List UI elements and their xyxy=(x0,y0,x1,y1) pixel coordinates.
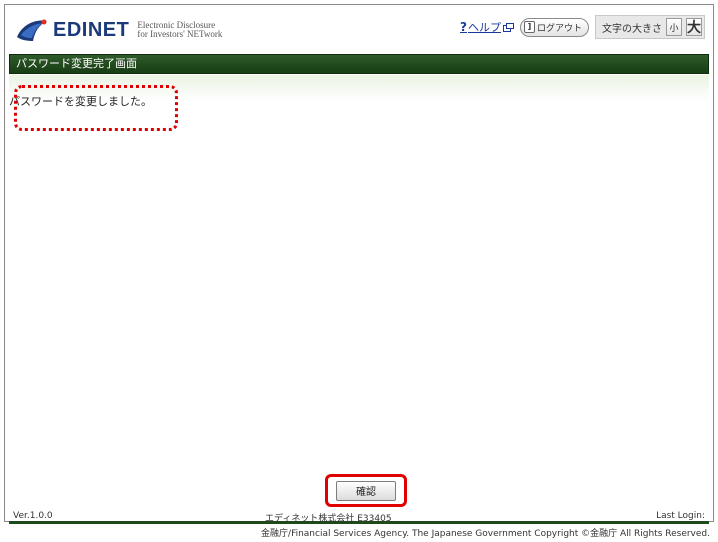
help-label: ヘルプ xyxy=(467,21,501,34)
logo-subtitle: Electronic Disclosure for Investors' NET… xyxy=(137,21,222,39)
logo-subtitle-line2: for Investors' NETwork xyxy=(137,29,223,39)
font-size-control: 文字の大きさ 小 大 xyxy=(595,15,705,39)
confirm-button[interactable]: 確認 xyxy=(336,480,396,501)
message-highlight-annotation xyxy=(14,85,178,131)
confirm-highlight-annotation: 確認 xyxy=(325,474,407,507)
edinet-logo: EDINET Electronic Disclosure for Investo… xyxy=(15,17,222,43)
top-links: ? ヘルプ ] ログアウト 文字の大きさ 小 大 xyxy=(460,15,705,39)
header: EDINET Electronic Disclosure for Investo… xyxy=(5,5,713,55)
app-window: EDINET Electronic Disclosure for Investo… xyxy=(4,4,714,524)
page-title: パスワード変更完了画面 xyxy=(9,54,709,74)
external-window-icon xyxy=(502,22,514,32)
logout-icon: ] xyxy=(523,21,535,33)
help-link[interactable]: ? ヘルプ xyxy=(460,19,514,35)
company-name: エディネット株式会社 E33405 xyxy=(265,514,392,524)
logout-label: ログアウト xyxy=(536,23,582,34)
last-login-text: Last Login: xyxy=(656,511,705,521)
font-size-large-button[interactable]: 大 xyxy=(686,18,702,36)
edinet-logo-icon xyxy=(17,19,47,41)
help-question-icon: ? xyxy=(460,20,467,34)
footer-bar: Ver.1.0.0 エディネット株式会社 E33405 Last Login: xyxy=(9,510,709,524)
font-size-label: 文字の大きさ xyxy=(602,23,662,35)
logo-wordmark: EDINET xyxy=(53,18,130,41)
font-size-small-button[interactable]: 小 xyxy=(666,18,682,36)
copyright-text: 金融庁/Financial Services Agency. The Japan… xyxy=(261,529,710,539)
version-text: Ver.1.0.0 xyxy=(13,511,53,521)
logout-button[interactable]: ] ログアウト xyxy=(519,17,589,37)
